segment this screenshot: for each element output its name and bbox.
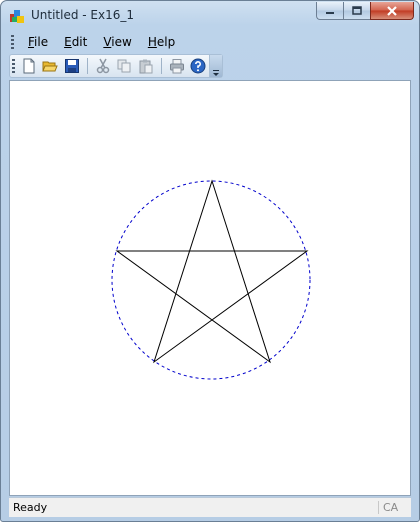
menu-help[interactable]: Help (140, 35, 183, 49)
open-button[interactable] (40, 56, 62, 76)
menu-help-mnemonic: H (147, 35, 157, 49)
caps-lock-indicator: CA (378, 501, 411, 514)
cut-button[interactable] (92, 56, 114, 76)
print-button[interactable] (166, 56, 188, 76)
menu-view-label: iew (111, 35, 132, 49)
toolbar-grip[interactable] (12, 59, 15, 73)
print-icon (169, 59, 184, 74)
drawing-surface (111, 179, 311, 380)
menu-edit[interactable]: Edit (56, 35, 95, 49)
menu-file[interactable]: File (20, 35, 56, 49)
new-icon (23, 58, 35, 74)
help-icon (190, 58, 206, 74)
copy-button[interactable] (114, 56, 136, 76)
menu-edit-label: dit (71, 35, 88, 49)
caption-buttons (316, 2, 414, 21)
paste-icon (139, 59, 153, 74)
new-button[interactable] (18, 56, 40, 76)
cut-icon (96, 58, 109, 74)
window-title: Untitled - Ex16_1 (31, 8, 135, 22)
maximize-button[interactable] (343, 2, 370, 20)
status-message: Ready (13, 501, 48, 514)
toolbar-overflow-button[interactable] (209, 55, 222, 77)
minimize-button[interactable] (316, 2, 343, 20)
toolbar-separator (86, 58, 88, 74)
app-window: Untitled - Ex16_1 File Edit View Help Re… (0, 0, 420, 522)
copy-icon (117, 59, 131, 73)
menu-edit-mnemonic: E (64, 35, 72, 49)
help-button[interactable] (188, 56, 210, 76)
drawing-canvas[interactable] (9, 80, 411, 496)
paste-button[interactable] (135, 56, 157, 76)
menu-grip[interactable] (11, 35, 14, 49)
toolbar-separator (160, 58, 162, 74)
save-button[interactable] (61, 56, 83, 76)
minimize-icon (326, 11, 334, 14)
app-icon[interactable] (9, 8, 25, 24)
menu-bar: File Edit View Help (9, 31, 411, 53)
status-bar: Ready CA (9, 497, 411, 517)
maximize-icon (352, 6, 362, 15)
toolbar (9, 54, 223, 78)
close-icon (387, 5, 397, 16)
menu-view[interactable]: View (95, 35, 139, 49)
chevron-down-icon (213, 70, 220, 76)
title-bar[interactable]: Untitled - Ex16_1 (1, 1, 419, 31)
open-icon (42, 61, 59, 72)
close-button[interactable] (370, 2, 414, 20)
save-icon (65, 59, 80, 73)
menu-file-label: ile (34, 35, 49, 49)
dashed-circle (111, 180, 311, 380)
menu-help-label: elp (156, 35, 176, 49)
